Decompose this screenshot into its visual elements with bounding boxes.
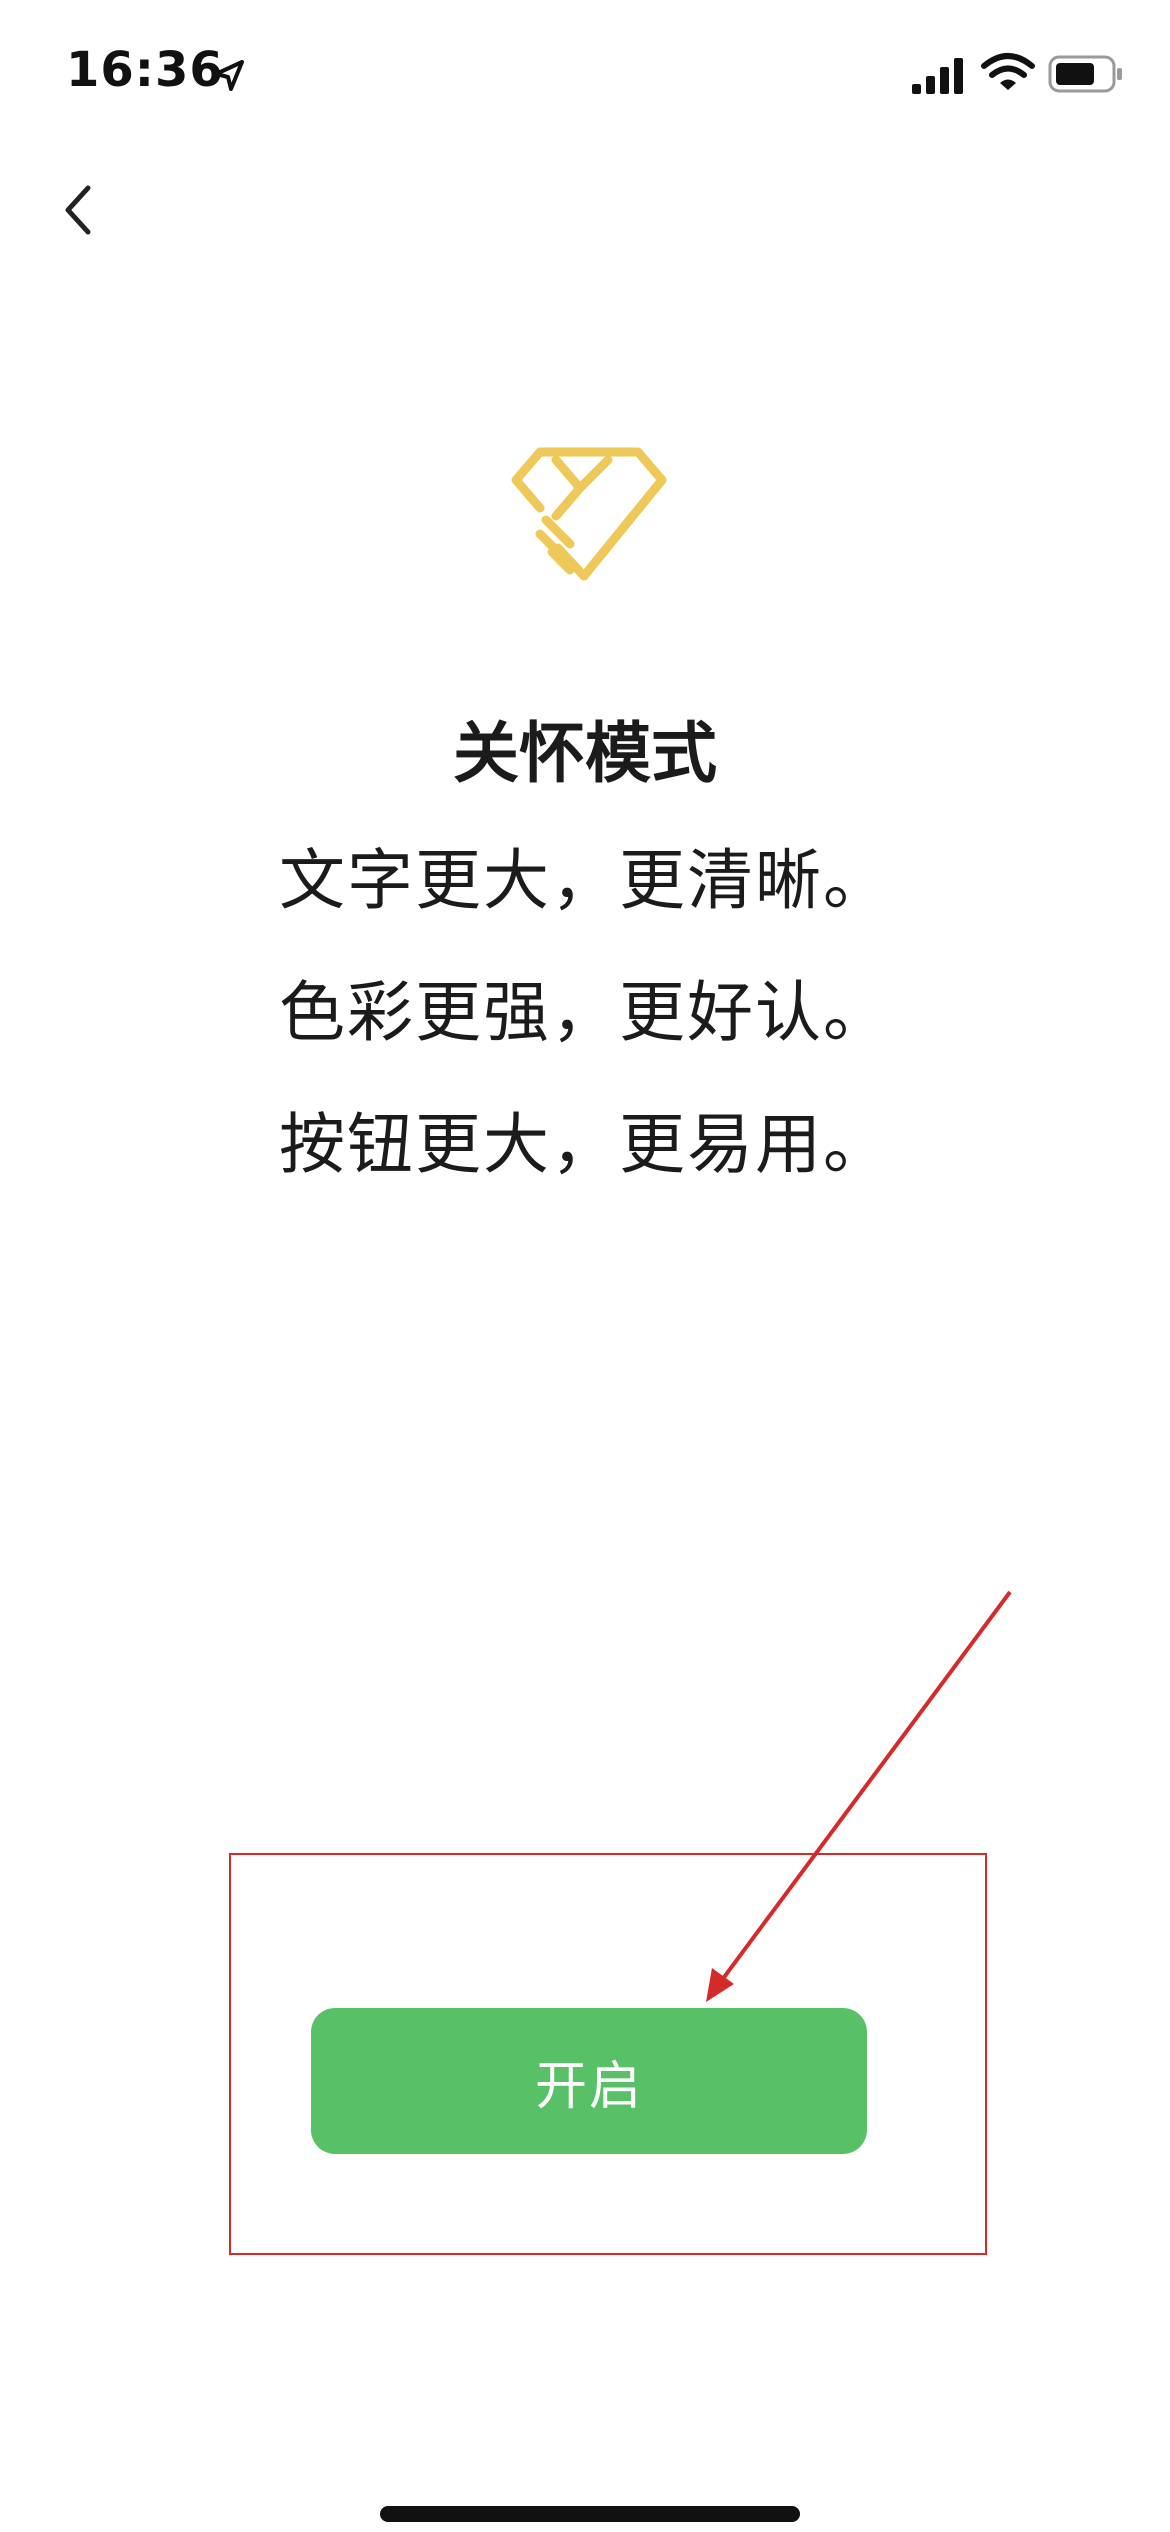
status-time: 16:36 [66, 42, 224, 98]
battery-icon [1048, 55, 1122, 93]
chevron-left-icon [65, 185, 91, 235]
back-button[interactable] [40, 170, 120, 250]
enable-button[interactable]: 开启 [311, 2008, 867, 2154]
description-line-3: 按钮更大，更易用。 [279, 1106, 891, 1183]
description: 文字更大，更清晰。 色彩更强，更好认。 按钮更大，更易用。 [0, 848, 1170, 1244]
description-line-2: 色彩更强，更好认。 [279, 974, 891, 1051]
status-bar: 16:36 [0, 0, 1170, 150]
location-arrow-icon [214, 60, 244, 91]
care-mode-heart-hand-icon [511, 447, 667, 581]
home-indicator[interactable] [380, 2506, 800, 2522]
page-title: 关怀模式 [453, 715, 717, 792]
cellular-signal-icon [912, 58, 963, 94]
wifi-icon [981, 53, 1035, 90]
description-line-1: 文字更大，更清晰。 [279, 842, 891, 919]
